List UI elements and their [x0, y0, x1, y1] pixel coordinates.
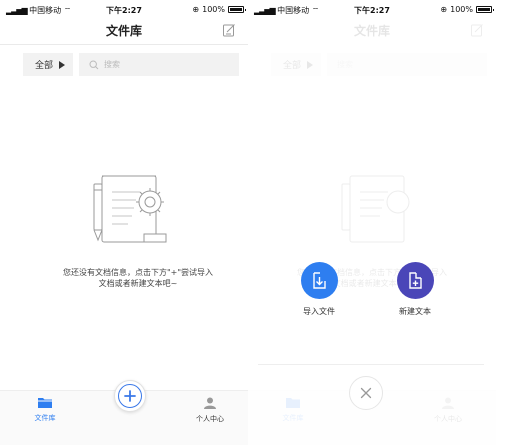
search-icon [89, 59, 99, 69]
filter-bar: 全部 搜索 [271, 53, 487, 76]
import-file-label: 导入文件 [303, 307, 335, 316]
search-placeholder: 搜索 [337, 60, 353, 69]
battery-icon [228, 6, 246, 13]
edit-square-icon [471, 24, 483, 37]
user-icon [442, 397, 454, 409]
folder-icon [38, 398, 52, 408]
tab-profile: 个人中心 [428, 397, 468, 424]
tab-profile-label: 个人中心 [434, 415, 462, 423]
empty-state-line1: 您还没有文档信息，点击下方"+"尝试导入 [62, 268, 214, 277]
user-icon [204, 397, 216, 409]
header-divider [0, 44, 248, 45]
category-filter-button: 全部 [271, 53, 327, 76]
category-filter-button[interactable]: 全部 [23, 53, 79, 76]
new-text-action[interactable]: 新建文本 [380, 262, 450, 317]
battery-status: ⊕ 100% [192, 5, 246, 14]
search-placeholder: 搜索 [104, 60, 120, 69]
tab-file-library-label: 文件库 [34, 414, 56, 422]
new-doc-icon [408, 272, 422, 289]
battery-percent: 100% [202, 5, 225, 14]
add-button[interactable] [114, 380, 146, 412]
status-bar: ▂▃▅▆ 中国移动 ⌔ 下午2:27 ⊕ 100% [0, 0, 248, 18]
category-filter-label: 全部 [283, 61, 302, 71]
import-file-action[interactable]: 导入文件 [284, 262, 354, 317]
menu-divider [258, 364, 484, 365]
category-filter-label: 全部 [35, 61, 54, 71]
orientation-lock-icon: ⊕ [192, 5, 200, 14]
action-menu-screen: ▂▃▅▆ 中国移动 ⌔ 下午2:27 ⊕ 100% 文件库 全部 搜索 您还没有… [248, 0, 521, 445]
triangle-right-icon [59, 60, 66, 69]
tab-file-library-label: 文件库 [282, 414, 304, 422]
tab-profile[interactable]: 个人中心 [190, 397, 230, 424]
page-title: 文件库 [353, 24, 390, 38]
document-gear-illustration [341, 175, 410, 243]
empty-state-line2: 文档或者新建文本吧~ [98, 279, 178, 288]
tab-file-library[interactable]: 文件库 [25, 397, 65, 423]
new-text-label: 新建文本 [399, 307, 431, 316]
page-title: 文件库 [105, 24, 142, 38]
search-input[interactable]: 搜索 [79, 59, 239, 70]
document-gear-illustration [93, 175, 167, 243]
tab-profile-label: 个人中心 [196, 415, 224, 423]
close-menu-button[interactable] [349, 376, 383, 410]
import-file-button[interactable] [300, 262, 338, 299]
import-icon [312, 272, 326, 289]
tab-file-library: 文件库 [273, 397, 313, 423]
filter-bar: 全部 搜索 [23, 53, 239, 76]
new-text-button[interactable] [396, 262, 434, 299]
search-input: 搜索 [327, 59, 487, 70]
empty-state-message: 您还没有文档信息，点击下方"+"尝试导入 文档或者新建文本吧~ [0, 267, 248, 289]
close-icon [360, 387, 372, 399]
plus-icon [124, 390, 136, 402]
triangle-right-icon [307, 60, 314, 69]
edit-square-icon[interactable] [222, 23, 236, 37]
folder-icon [286, 398, 300, 408]
file-library-screen: ▂▃▅▆ 中国移动 ⌔ 下午2:27 ⊕ 100% 文件库 全部 搜索 您还没有… [0, 0, 248, 445]
